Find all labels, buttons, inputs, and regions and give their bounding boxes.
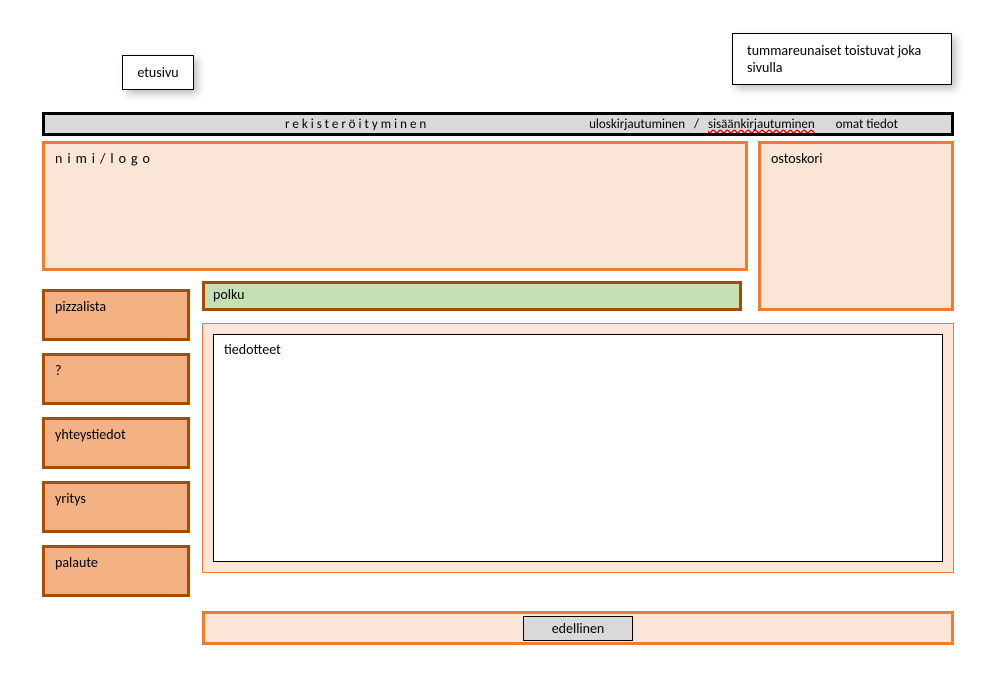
callout-repeating-text: tummareunaiset toistuvat joka sivulla <box>747 42 921 76</box>
cart-label: ostoskori <box>771 150 822 167</box>
sidemenu-item-pizzalista[interactable]: pizzalista <box>42 289 190 341</box>
wireframe: rekisteröityminen uloskirjautuminen / si… <box>42 112 954 645</box>
nav-links-group: uloskirjautuminen / sisäänkirjautuminen … <box>586 117 901 132</box>
sidemenu-item-unknown[interactable]: ? <box>42 353 190 405</box>
sidemenu-label: yhteystiedot <box>55 426 126 443</box>
sidemenu-label: ? <box>55 362 62 379</box>
footer-bar: edellinen <box>202 611 954 645</box>
previous-button-label: edellinen <box>552 620 605 637</box>
nav-register[interactable]: rekisteröityminen <box>285 117 429 132</box>
sidemenu-item-yhteystiedot[interactable]: yhteystiedot <box>42 417 190 469</box>
top-nav-bar: rekisteröityminen uloskirjautuminen / si… <box>42 112 954 136</box>
nav-own-info[interactable]: omat tiedot <box>836 117 898 132</box>
sidemenu-label: yritys <box>55 490 86 507</box>
callout-repeating: tummareunaiset toistuvat joka sivulla <box>732 33 952 85</box>
logo-area: nimi/logo <box>42 141 748 271</box>
sidemenu-label: pizzalista <box>55 298 106 315</box>
logo-label: nimi/logo <box>55 150 155 167</box>
side-menu: pizzalista ? yhteystiedot yritys palaute <box>42 289 190 597</box>
breadcrumb-label: polku <box>213 286 245 303</box>
nav-separator: / <box>691 117 702 132</box>
nav-login[interactable]: sisäänkirjautuminen <box>708 117 815 132</box>
content-wrapper: tiedotteet <box>202 323 954 573</box>
previous-button[interactable]: edellinen <box>523 616 634 641</box>
main-row: pizzalista ? yhteystiedot yritys palaute… <box>42 281 954 597</box>
callout-etusivu-text: etusivu <box>137 64 178 81</box>
sidemenu-item-yritys[interactable]: yritys <box>42 481 190 533</box>
nav-logout[interactable]: uloskirjautuminen <box>589 117 685 132</box>
content-title: tiedotteet <box>224 341 281 358</box>
sidemenu-label: palaute <box>55 554 98 571</box>
callout-etusivu: etusivu <box>122 55 194 90</box>
breadcrumb: polku <box>202 281 742 311</box>
content-area: tiedotteet <box>213 334 943 562</box>
sidemenu-item-palaute[interactable]: palaute <box>42 545 190 597</box>
center-column: polku tiedotteet <box>202 281 954 597</box>
